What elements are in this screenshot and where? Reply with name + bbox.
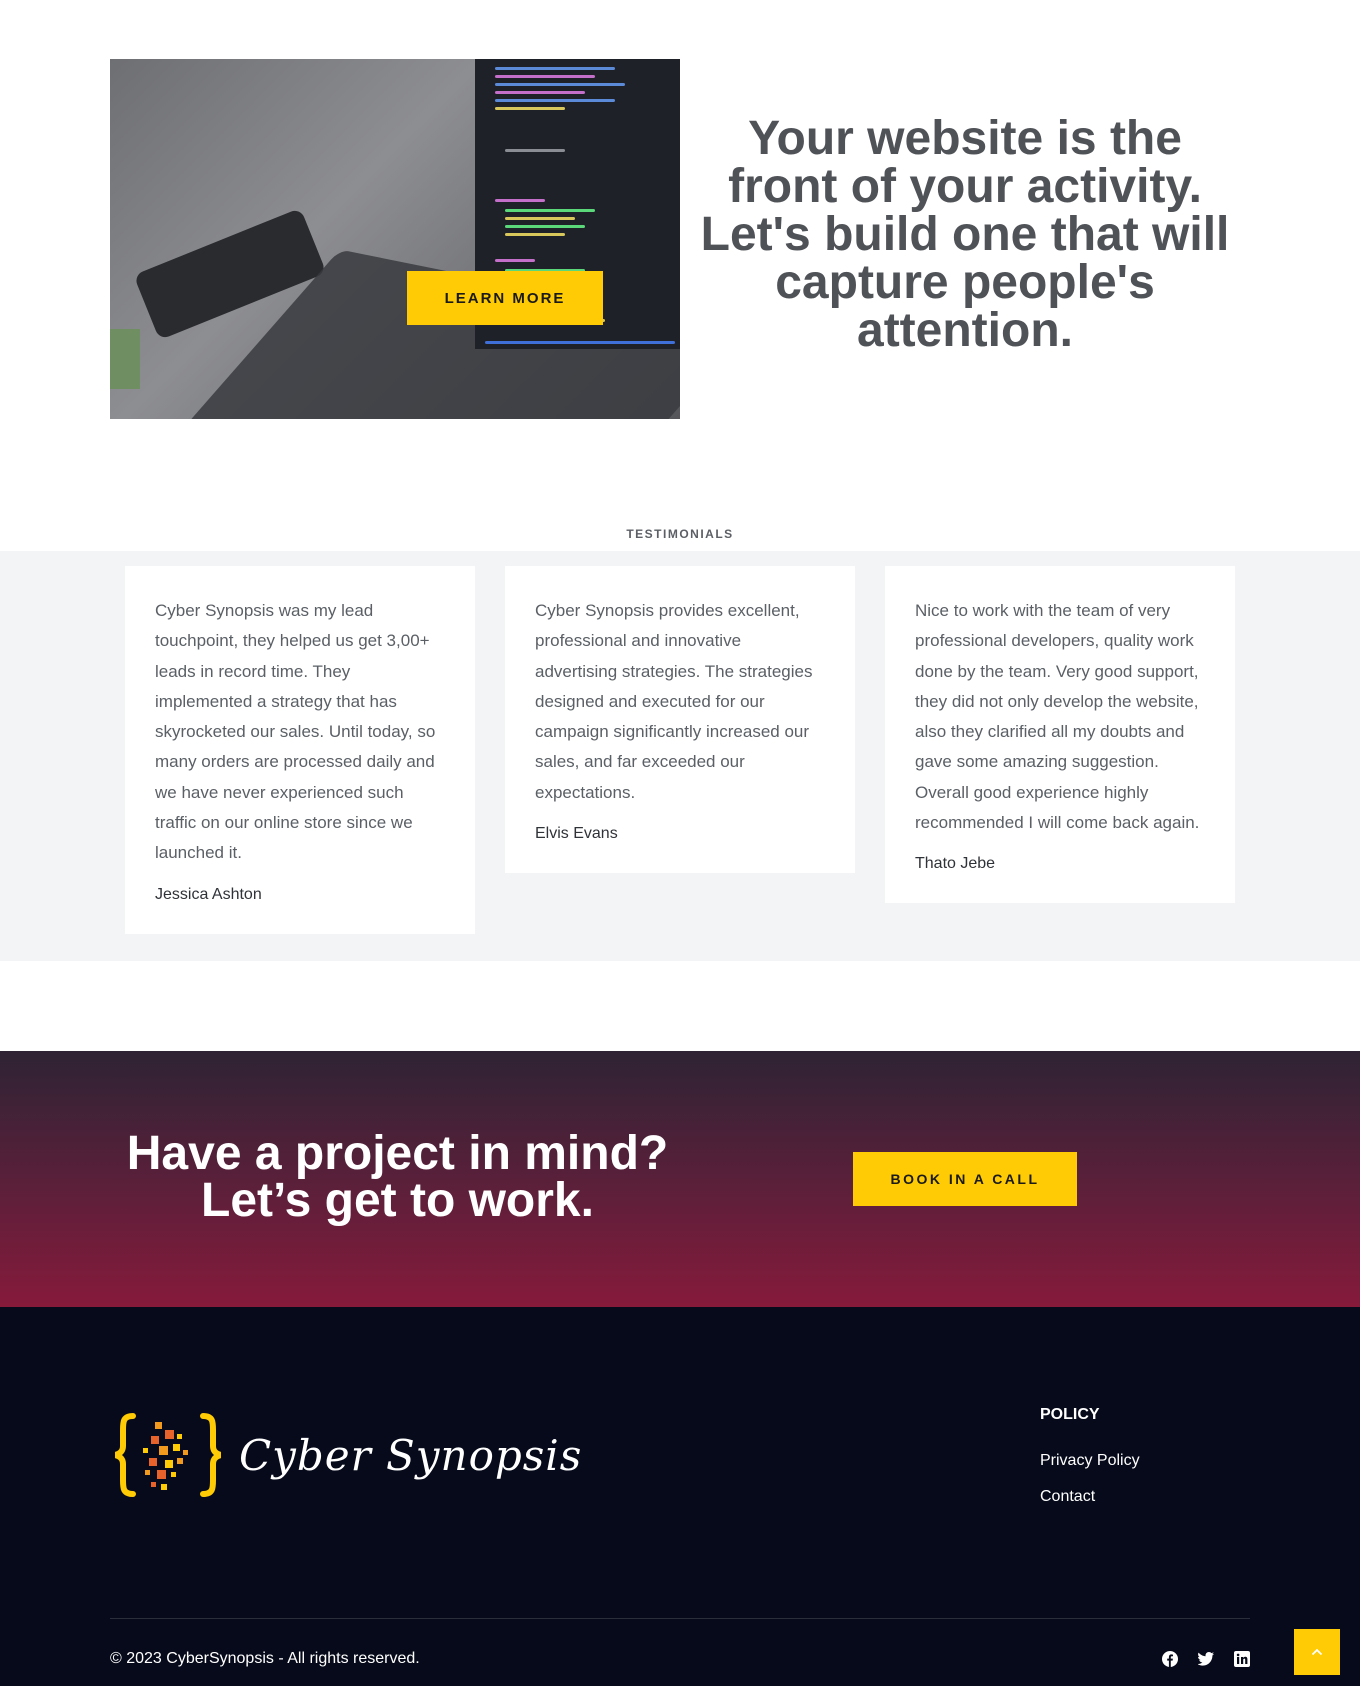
testimonial-card: Cyber Synopsis provides excellent, profe… <box>505 566 855 874</box>
logo-icon <box>115 1413 221 1497</box>
book-call-button[interactable]: BOOK IN A CALL <box>853 1152 1077 1206</box>
testimonial-text: Cyber Synopsis was my lead touchpoint, t… <box>155 601 436 863</box>
scroll-to-top-button[interactable] <box>1294 1629 1340 1675</box>
policy-heading: POLICY <box>1040 1406 1100 1423</box>
hero-heading: Your website is the front of your activi… <box>700 112 1230 357</box>
footer-divider <box>110 1618 1250 1619</box>
copyright-text: © 2023 CyberSynopsis - All rights reserv… <box>110 1650 420 1667</box>
hero-section: LEARN MORE Your website is the front of … <box>0 0 1360 500</box>
contact-link[interactable]: Contact <box>1040 1488 1095 1506</box>
testimonial-card: Cyber Synopsis was my lead touchpoint, t… <box>125 566 475 934</box>
testimonial-text: Cyber Synopsis provides excellent, profe… <box>535 601 813 802</box>
linkedin-icon[interactable] <box>1233 1650 1251 1668</box>
cta-heading-line1: Have a project in mind? <box>126 1127 669 1180</box>
hero-laptop-image: LEARN MORE <box>110 59 680 419</box>
testimonials-label: TESTIMONIALS <box>626 527 734 541</box>
logo-text: Cyber Synopsis <box>239 1430 583 1480</box>
testimonial-author: Elvis Evans <box>535 825 618 843</box>
twitter-icon[interactable] <box>1197 1650 1215 1668</box>
privacy-policy-link[interactable]: Privacy Policy <box>1040 1452 1140 1470</box>
cta-section: Have a project in mind? Let’s get to wor… <box>0 1051 1360 1307</box>
learn-more-button[interactable]: LEARN MORE <box>407 271 603 325</box>
facebook-icon[interactable] <box>1161 1650 1179 1668</box>
logo[interactable]: Cyber Synopsis <box>115 1410 582 1500</box>
testimonial-author: Thato Jebe <box>915 855 996 873</box>
cta-heading-line2: Let’s get to work. <box>201 1174 594 1227</box>
testimonial-card: Nice to work with the team of very profe… <box>885 566 1235 904</box>
image-plant-detail <box>110 329 140 389</box>
testimonial-author: Jessica Ashton <box>155 885 262 903</box>
cta-heading: Have a project in mind? Let’s get to wor… <box>100 1127 695 1227</box>
chevron-up-icon <box>1311 1648 1323 1656</box>
testimonial-text: Nice to work with the team of very profe… <box>915 601 1200 833</box>
footer: Cyber Synopsis POLICY Privacy Policy Con… <box>0 1307 1360 1686</box>
